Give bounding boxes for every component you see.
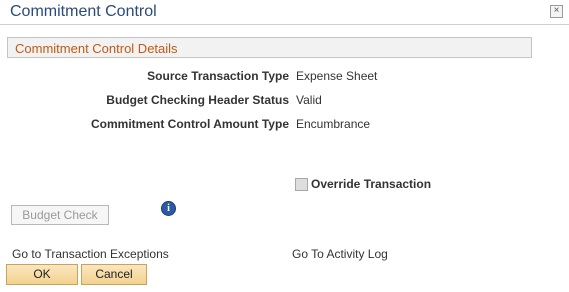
field-value: Expense Sheet: [296, 69, 378, 83]
activity-log-link[interactable]: Go To Activity Log: [292, 247, 388, 261]
field-row-commitment-control-amount-type: Commitment Control Amount Type Encumbran…: [0, 117, 569, 133]
field-value: Encumbrance: [296, 117, 371, 131]
override-transaction-checkbox[interactable]: [295, 178, 308, 191]
field-label: Source Transaction Type: [147, 69, 289, 83]
field-label: Budget Checking Header Status: [106, 93, 289, 107]
field-row-budget-checking-header-status: Budget Checking Header Status Valid: [0, 93, 569, 109]
title-bar: Commitment Control ×: [0, 0, 569, 25]
field-row-source-transaction-type: Source Transaction Type Expense Sheet: [0, 69, 569, 85]
section-title: Commitment Control Details: [15, 41, 178, 56]
ok-button[interactable]: OK: [6, 264, 78, 285]
transaction-exceptions-link[interactable]: Go to Transaction Exceptions: [12, 247, 169, 261]
field-value: Valid: [296, 93, 322, 107]
budget-check-button[interactable]: Budget Check: [11, 205, 109, 225]
cancel-button[interactable]: Cancel: [81, 264, 147, 285]
field-label: Commitment Control Amount Type: [91, 117, 289, 131]
close-icon[interactable]: ×: [550, 5, 563, 18]
info-icon[interactable]: i: [161, 201, 176, 216]
section-header: Commitment Control Details: [7, 37, 532, 58]
window-title: Commitment Control: [10, 3, 157, 20]
override-transaction-label: Override Transaction: [311, 177, 432, 191]
